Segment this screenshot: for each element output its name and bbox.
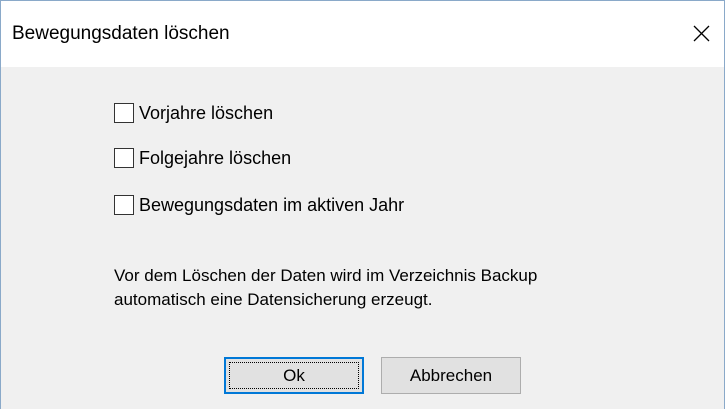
checkbox-vorjahre[interactable]: Vorjahre löschen — [114, 101, 273, 125]
close-button[interactable] — [678, 1, 724, 67]
info-line-1: Vor dem Löschen der Daten wird im Verzei… — [114, 266, 538, 285]
checkbox-label[interactable]: Folgejahre löschen — [139, 147, 291, 169]
checkbox-box[interactable] — [114, 103, 134, 123]
checkbox-label[interactable]: Bewegungsdaten im aktiven Jahr — [139, 194, 404, 216]
info-text: Vor dem Löschen der Daten wird im Verzei… — [114, 264, 674, 312]
checkbox-box[interactable] — [114, 148, 134, 168]
dialog-body: Vorjahre löschen Folgejahre löschen Bewe… — [1, 67, 724, 409]
checkbox-folgejahre[interactable]: Folgejahre löschen — [114, 146, 291, 170]
checkbox-aktives-jahr[interactable]: Bewegungsdaten im aktiven Jahr — [114, 193, 404, 217]
title-bar: Bewegungsdaten löschen — [1, 1, 724, 67]
close-icon — [693, 25, 710, 42]
dialog-window: Bewegungsdaten löschen Vorjahre löschen … — [0, 0, 725, 409]
dialog-title: Bewegungsdaten löschen — [12, 23, 230, 44]
ok-button[interactable]: Ok — [224, 357, 364, 394]
info-line-2: automatisch eine Datensicherung erzeugt. — [114, 290, 433, 309]
cancel-button-label: Abbrechen — [409, 365, 493, 385]
checkbox-box[interactable] — [114, 195, 134, 215]
checkbox-label[interactable]: Vorjahre löschen — [139, 102, 273, 124]
cancel-button[interactable]: Abbrechen — [381, 357, 521, 394]
focus-rectangle — [229, 362, 359, 389]
